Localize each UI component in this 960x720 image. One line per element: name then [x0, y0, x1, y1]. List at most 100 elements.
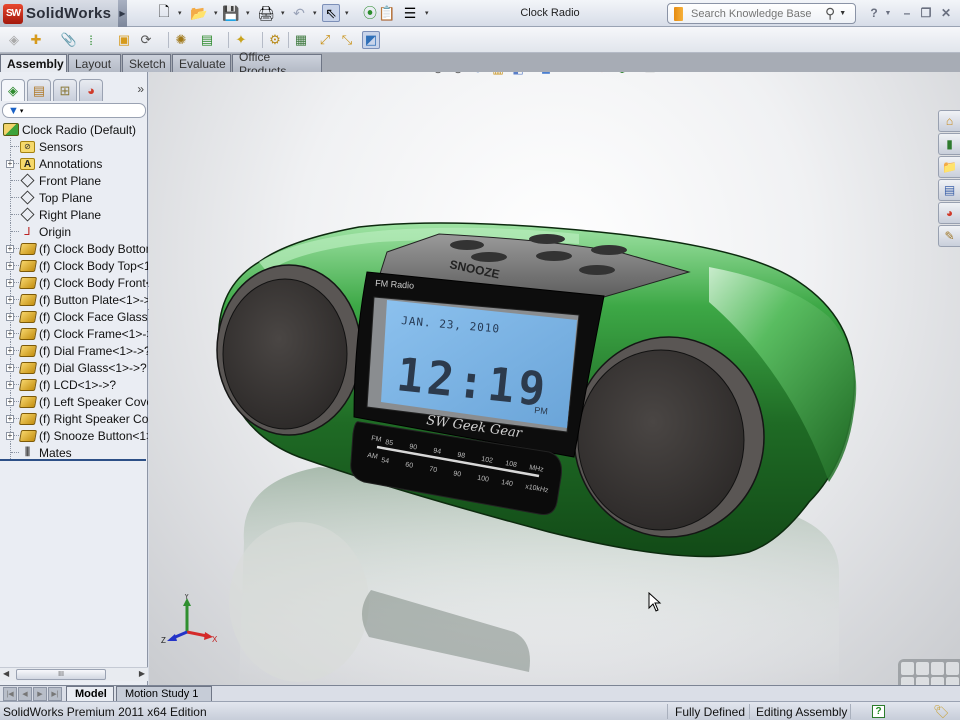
display-style-dropdown-icon[interactable]: ▾ — [556, 72, 564, 73]
print-dropdown-icon[interactable]: ▾ — [281, 9, 287, 17]
configurationmanager-tab[interactable]: ⊞ — [53, 79, 77, 101]
rollback-bar[interactable] — [0, 459, 146, 461]
new-document-dropdown-icon[interactable]: ▾ — [178, 9, 184, 17]
expand-toggle-icon[interactable]: + — [6, 295, 14, 304]
zoom-to-fit-icon[interactable]: ⊕ — [428, 72, 448, 78]
search-dropdown-icon[interactable]: ▼ — [839, 10, 846, 17]
custom-properties-icon[interactable]: ✎ — [938, 225, 960, 247]
tree-item[interactable]: + (f) Clock Face Glass<1 — [0, 308, 148, 325]
select-arrow-icon[interactable]: ⇖ — [322, 4, 340, 22]
menu-flyout-arrow-icon[interactable]: ▶ — [118, 0, 127, 27]
quick-tips-help-icon[interactable]: ? — [872, 705, 885, 718]
filter-dropdown-icon[interactable]: ▾ — [20, 107, 24, 115]
next-tab-button[interactable]: ▶ — [33, 687, 47, 701]
viewport-layout-cell[interactable] — [931, 677, 944, 685]
new-document-icon[interactable]: 🗋 — [155, 3, 173, 22]
expand-toggle-icon[interactable]: + — [6, 261, 14, 270]
view-settings-icon[interactable]: ▭ — [640, 72, 660, 78]
expand-toggle-icon[interactable]: + — [6, 159, 14, 168]
graphics-area[interactable]: SNOOZE FM Radio JAN. 23, 2010 12:19 PM S… — [149, 72, 960, 685]
bill-of-materials-icon[interactable]: ▦ — [292, 31, 310, 49]
print-icon[interactable]: 🖨 — [257, 4, 275, 22]
clock-radio-model[interactable]: SNOOZE FM Radio JAN. 23, 2010 12:19 PM S… — [149, 72, 960, 685]
new-part-icon[interactable]: ✚ — [27, 31, 45, 49]
restore-button[interactable]: ❐ — [918, 5, 934, 21]
exploded-view-icon[interactable]: ⤢ — [316, 31, 334, 49]
rebuild-traffic-light-icon[interactable]: ⦿ — [361, 4, 379, 22]
expand-toggle-icon[interactable]: + — [6, 346, 14, 355]
zoom-to-area-icon[interactable]: ⊙ — [448, 72, 468, 78]
bottom-tab-model[interactable]: Model — [66, 686, 114, 702]
expand-panel-chevron-icon[interactable]: » — [137, 82, 144, 96]
viewport-minimize-button[interactable]: – — [894, 72, 901, 74]
viewport-layout-cell[interactable] — [901, 662, 914, 675]
viewport-layout-cell[interactable] — [901, 677, 914, 685]
last-tab-button[interactable]: ▶| — [48, 687, 62, 701]
featuremanager-tab[interactable]: ◈ — [1, 79, 25, 101]
save-dropdown-icon[interactable]: ▾ — [246, 9, 252, 17]
hide-show-items-dropdown-icon[interactable]: ▾ — [584, 72, 592, 73]
scroll-right-icon[interactable]: ▶ — [139, 669, 145, 678]
smart-fasteners-icon[interactable]: ▣ — [115, 31, 133, 49]
tree-item[interactable]: + (f) Snooze Button<1> — [0, 427, 148, 444]
insert-components-icon[interactable]: ◈ — [5, 31, 23, 49]
options-dropdown-icon[interactable]: ▾ — [425, 9, 431, 17]
prev-tab-button[interactable]: ◀ — [18, 687, 32, 701]
options-icon[interactable]: ☰ — [401, 4, 419, 22]
solidworks-logo[interactable]: SW SolidWorks — [0, 0, 118, 27]
tree-item[interactable]: + (f) Clock Body Front< — [0, 274, 148, 291]
hide-show-items-icon[interactable]: ∞ — [564, 72, 584, 78]
viewport-layout-cell[interactable] — [916, 662, 929, 675]
tree-item[interactable]: + (f) LCD<1>->? — [0, 376, 148, 393]
tree-item[interactable]: + (f) Clock Frame<1>-> — [0, 325, 148, 342]
viewport-restore-button[interactable]: ❐ — [914, 72, 925, 74]
tab-sketch[interactable]: Sketch — [122, 54, 171, 72]
expand-toggle-icon[interactable]: + — [6, 380, 14, 389]
linear-pattern-icon[interactable]: ⁞ — [82, 31, 100, 49]
view-orientation-dropdown-icon[interactable]: ▾ — [528, 72, 536, 73]
file-properties-icon[interactable]: 📋 — [378, 4, 396, 22]
tab-layout[interactable]: Layout — [68, 54, 121, 72]
expand-toggle-icon[interactable]: + — [6, 414, 14, 423]
viewport-layout-grid[interactable] — [898, 659, 960, 685]
tree-item[interactable]: + (f) Clock Body Top<1 — [0, 257, 148, 274]
expand-toggle-icon[interactable]: + — [6, 278, 14, 287]
view-orientation-icon[interactable]: ◧ — [508, 72, 528, 78]
horizontal-scrollbar[interactable]: ◀ III ▶ — [0, 667, 148, 681]
design-library-icon[interactable]: ▮ — [938, 133, 960, 155]
tree-item[interactable]: + (f) Left Speaker Cover — [0, 393, 148, 410]
move-component-icon[interactable]: ⟳ — [137, 31, 155, 49]
help-dropdown-icon[interactable]: ▼ — [880, 5, 896, 21]
expand-toggle-icon[interactable]: + — [6, 244, 14, 253]
propertymanager-tab[interactable]: ▤ — [27, 79, 51, 101]
scroll-thumb[interactable]: III — [16, 669, 106, 680]
displaymanager-tab[interactable]: ◕ — [79, 79, 103, 101]
search-icon[interactable]: ⚲ — [825, 5, 835, 22]
expand-toggle-icon[interactable]: + — [6, 431, 14, 440]
tree-item[interactable]: Front Plane — [0, 172, 148, 189]
mate-icon[interactable]: 📎 — [60, 31, 78, 49]
tree-root-assembly[interactable]: Clock Radio (Default) — [0, 121, 148, 138]
appearances-scenes-icon[interactable]: ◕ — [938, 202, 960, 224]
first-tab-button[interactable]: |◀ — [3, 687, 17, 701]
undo-dropdown-icon[interactable]: ▾ — [313, 9, 319, 17]
apply-scene-icon[interactable]: ♣ — [612, 72, 632, 78]
minimize-button[interactable]: – — [899, 5, 915, 21]
tab-assembly[interactable]: Assembly — [0, 54, 67, 73]
assembly-features-icon[interactable]: ▤ — [198, 31, 216, 49]
tree-item[interactable]: Top Plane — [0, 189, 148, 206]
tree-item[interactable]: ⊘ Sensors — [0, 138, 148, 155]
instant3d-icon[interactable]: ◩ — [362, 31, 380, 49]
bottom-tab-motion-study-1[interactable]: Motion Study 1 — [116, 686, 212, 702]
previous-view-icon[interactable]: ↺ — [468, 72, 488, 78]
explode-line-sketch-icon[interactable]: ⤡ — [338, 31, 356, 49]
open-folder-dropdown-icon[interactable]: ▾ — [214, 9, 220, 17]
close-button[interactable]: ✕ — [938, 5, 954, 21]
select-arrow-dropdown-icon[interactable]: ▾ — [345, 9, 351, 17]
expand-toggle-icon[interactable]: + — [6, 312, 14, 321]
solidworks-resources-icon[interactable]: ⌂ — [938, 110, 960, 132]
apply-scene-dropdown-icon[interactable]: ▾ — [632, 72, 640, 73]
undo-icon[interactable]: ↶ — [290, 4, 308, 22]
tree-item[interactable]: + A Annotations — [0, 155, 148, 172]
tree-filter[interactable]: ▼ ▾ — [2, 103, 146, 118]
